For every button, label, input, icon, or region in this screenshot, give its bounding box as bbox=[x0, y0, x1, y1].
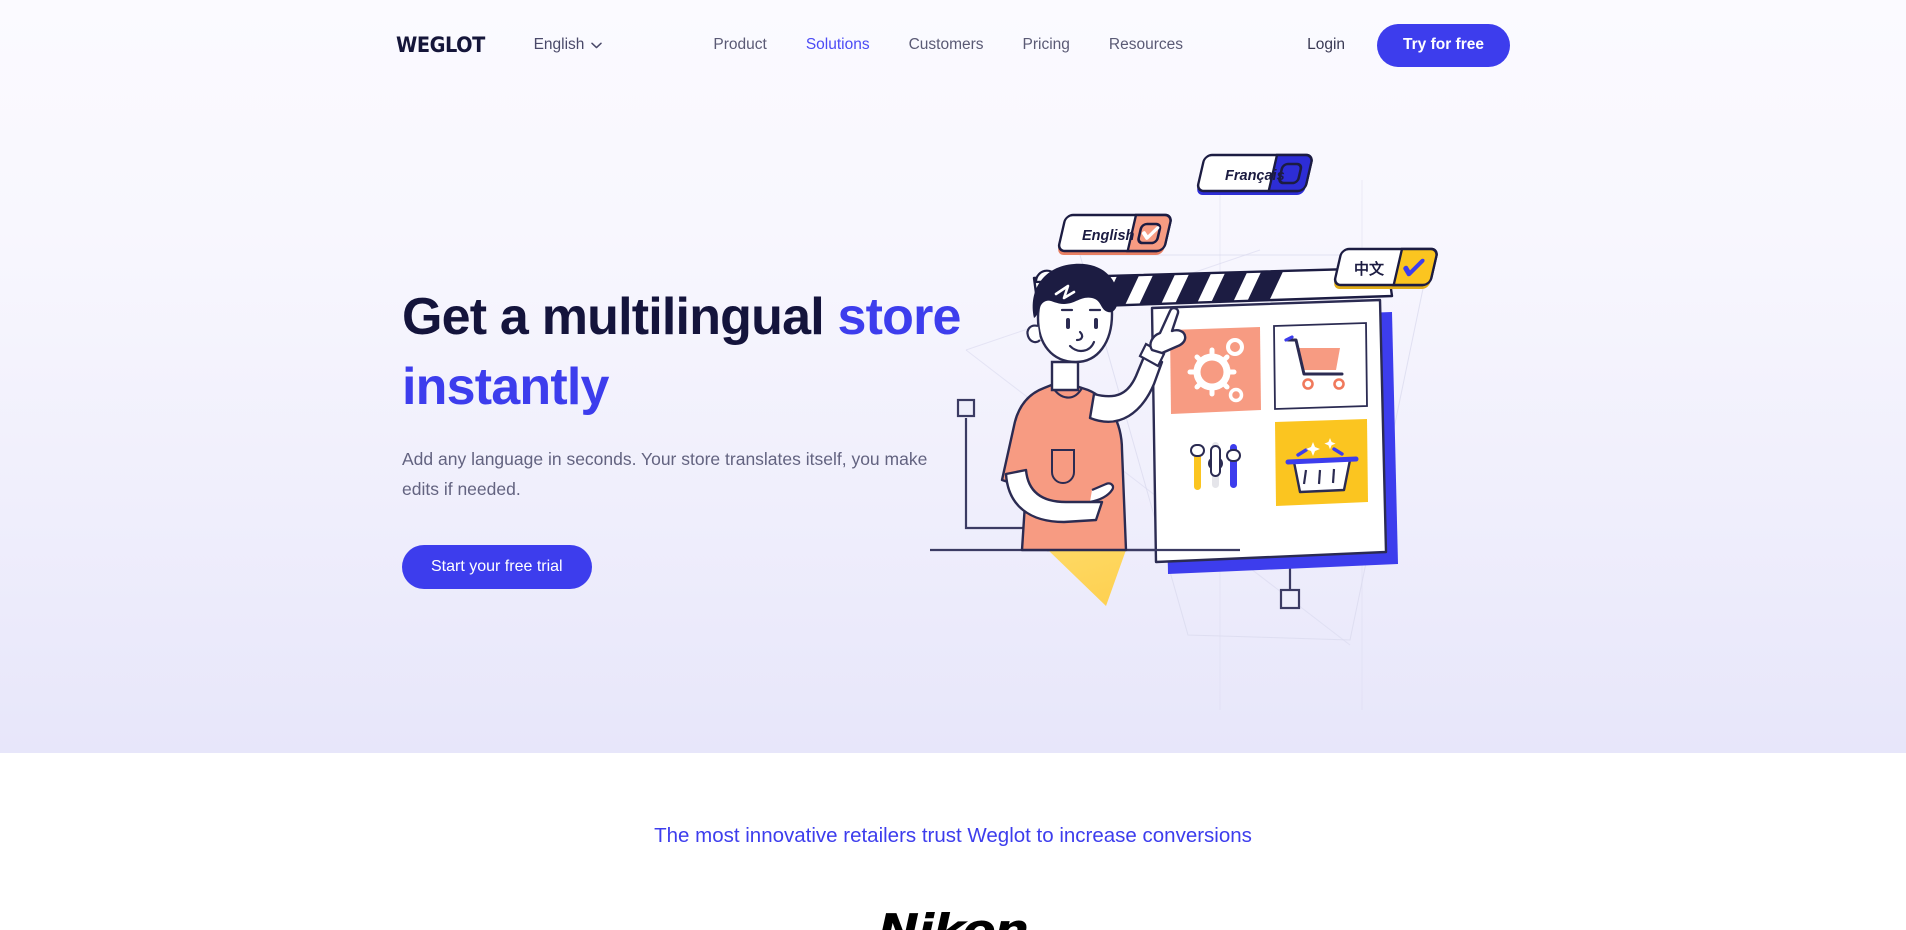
svg-text:Français: Français bbox=[1225, 168, 1285, 184]
nikon-logo: Nikon bbox=[878, 905, 1029, 930]
nav-link-customers[interactable]: Customers bbox=[909, 36, 984, 54]
main-navigation: WEGLOT English Product Solutions Custome… bbox=[0, 0, 1906, 90]
language-selector[interactable]: English bbox=[534, 36, 603, 54]
nav-link-pricing[interactable]: Pricing bbox=[1023, 36, 1070, 54]
language-badge-english: English bbox=[1057, 213, 1172, 255]
language-badge-francais: Français bbox=[1196, 153, 1313, 195]
hero-content: Get a multilingual store instantly Add a… bbox=[402, 282, 962, 589]
hero-section: WEGLOT English Product Solutions Custome… bbox=[0, 0, 1906, 753]
nav-link-product[interactable]: Product bbox=[713, 36, 766, 54]
svg-text:中文: 中文 bbox=[1354, 260, 1385, 278]
hero-subtitle: Add any language in seconds. Your store … bbox=[402, 449, 928, 499]
start-free-trial-button[interactable]: Start your free trial bbox=[402, 545, 592, 589]
nav-link-solutions[interactable]: Solutions bbox=[806, 36, 870, 54]
chevron-down-icon bbox=[591, 42, 603, 48]
nav-links: Product Solutions Customers Pricing Reso… bbox=[713, 36, 1183, 54]
svg-text:English: English bbox=[1082, 228, 1135, 244]
try-for-free-button[interactable]: Try for free bbox=[1377, 23, 1510, 67]
language-selector-label: English bbox=[533, 36, 585, 53]
light-beam bbox=[1048, 550, 1126, 606]
login-link[interactable]: Login bbox=[1307, 36, 1345, 54]
language-badge-chinese: 中文 bbox=[1333, 247, 1438, 289]
customer-logo-row: Nikon bbox=[0, 905, 1906, 930]
trust-heading: The most innovative retailers trust Wegl… bbox=[654, 824, 1252, 847]
nav-actions: Login Try for free bbox=[1307, 23, 1510, 67]
multilingual-store-illustration: Français English 中文 bbox=[930, 150, 1550, 710]
hero-title: Get a multilingual store instantly bbox=[402, 282, 962, 422]
sliders-icon bbox=[1190, 442, 1241, 490]
weglot-logo[interactable]: WEGLOT bbox=[396, 33, 485, 57]
hero-title-plain: Get a multilingual bbox=[402, 288, 838, 346]
nav-link-resources[interactable]: Resources bbox=[1109, 36, 1183, 54]
trust-section: The most innovative retailers trust Wegl… bbox=[0, 753, 1906, 930]
